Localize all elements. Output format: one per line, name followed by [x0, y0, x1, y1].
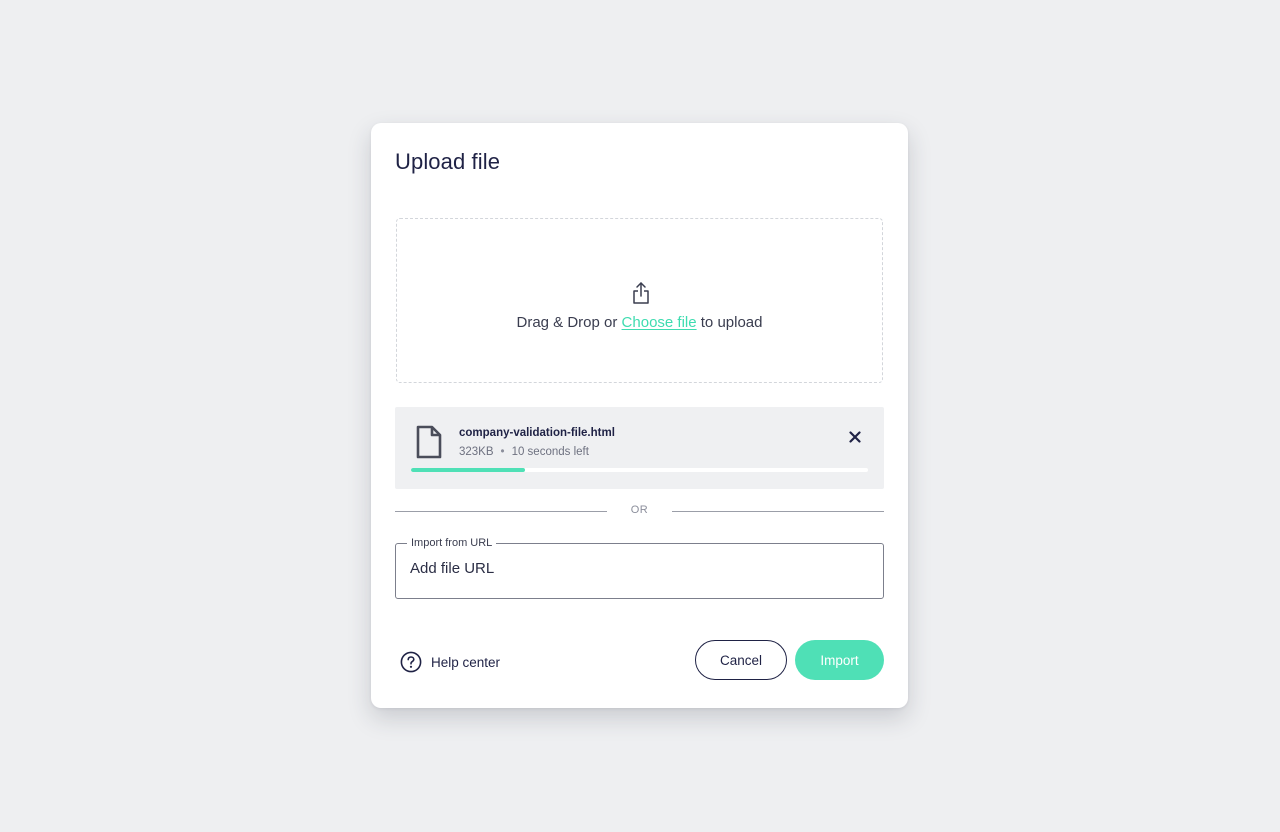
upload-file-dialog: Upload file Drag & Drop or Choose file t…	[371, 123, 908, 708]
file-meta: 323KB • 10 seconds left	[459, 446, 589, 458]
dropzone-instructions: Drag & Drop or Choose file to upload	[397, 314, 882, 331]
upload-share-icon	[633, 282, 649, 304]
or-divider: OR	[395, 503, 884, 519]
file-dropzone[interactable]: Drag & Drop or Choose file to upload	[396, 218, 883, 383]
cancel-button[interactable]: Cancel	[695, 640, 787, 680]
import-url-input[interactable]	[410, 560, 850, 577]
divider-label: OR	[630, 504, 649, 516]
uploading-file-card: company-validation-file.html 323KB • 10 se…	[395, 407, 884, 489]
divider-line-right	[672, 511, 884, 512]
upload-progress-fill	[411, 468, 526, 472]
file-name: company-validation-file.html	[459, 427, 615, 439]
file-size: 323KB	[459, 446, 494, 458]
meta-separator: •	[500, 446, 505, 458]
dialog-title: Upload file	[395, 149, 501, 174]
help-center-label: Help center	[431, 654, 501, 670]
upload-progress-bar	[411, 468, 868, 472]
import-button[interactable]: Import	[795, 640, 884, 680]
help-center-link[interactable]: Help center	[400, 650, 500, 674]
document-icon	[416, 425, 442, 459]
dropzone-text-after: to upload	[696, 314, 763, 331]
choose-file-link[interactable]: Choose file	[622, 314, 697, 331]
import-url-field: Import from URL	[395, 535, 884, 599]
import-url-label: Import from URL	[407, 535, 497, 551]
cancel-upload-button[interactable]	[845, 427, 865, 447]
time-remaining: 10 seconds left	[511, 446, 589, 458]
close-icon	[849, 431, 861, 443]
divider-line-left	[395, 511, 607, 512]
dropzone-text-before: Drag & Drop or	[516, 314, 622, 331]
question-circle-icon	[400, 651, 422, 673]
